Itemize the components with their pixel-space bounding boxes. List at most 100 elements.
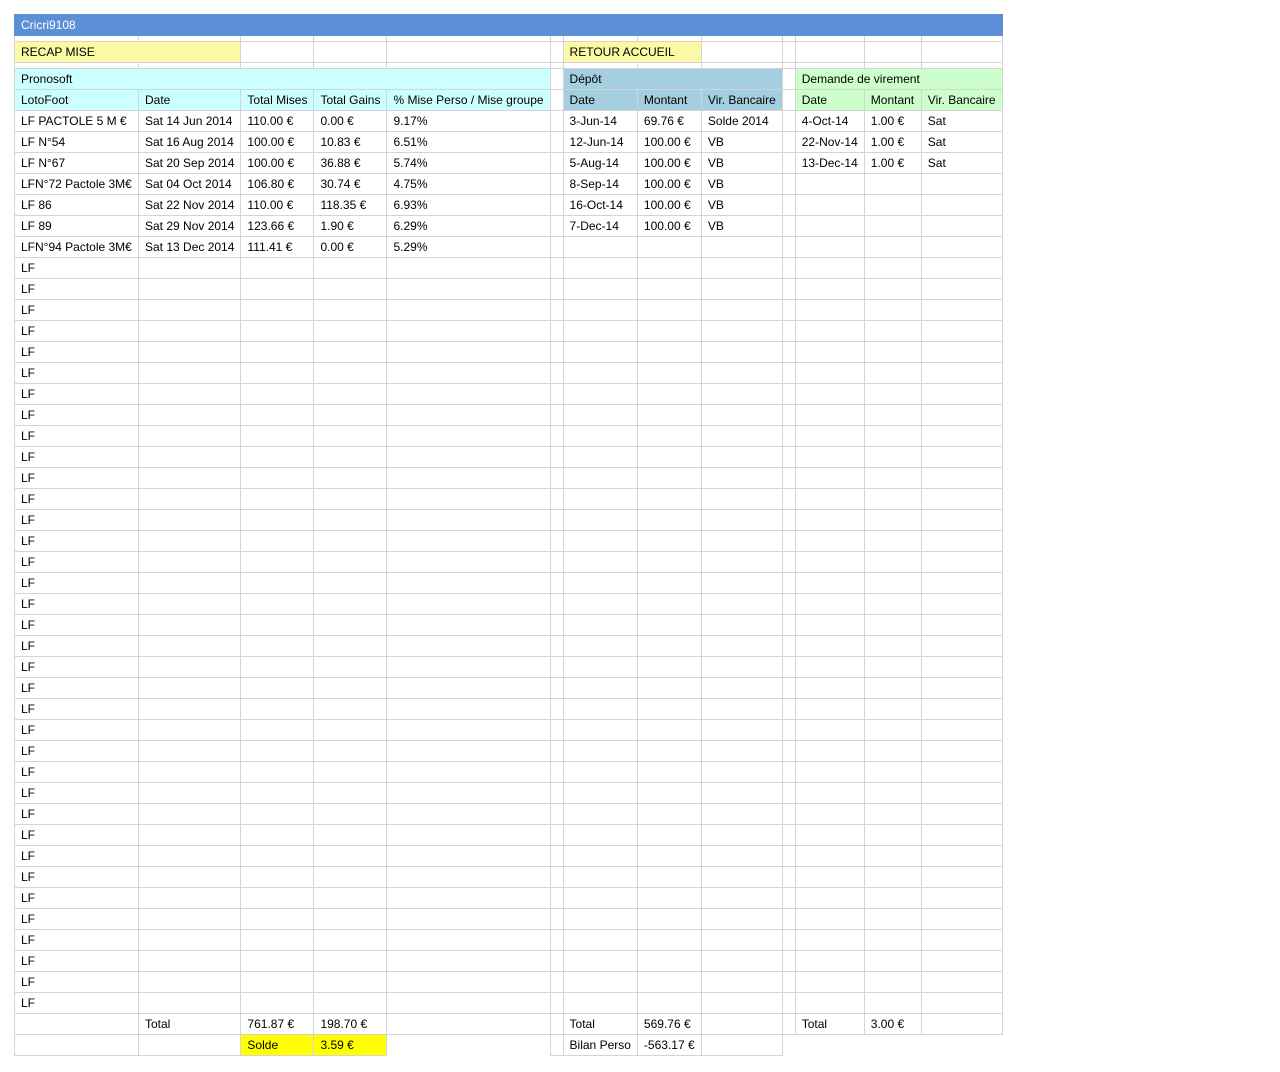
pronosoft-cell[interactable]: 106.80 €: [240, 173, 315, 195]
pronosoft-cell[interactable]: [313, 383, 388, 405]
depot-cell[interactable]: [700, 236, 783, 258]
pronosoft-cell[interactable]: [240, 719, 315, 741]
pronosoft-cell[interactable]: [240, 908, 315, 930]
virement-cell[interactable]: [794, 761, 865, 783]
depot-cell[interactable]: [700, 635, 783, 657]
depot-cell[interactable]: [700, 383, 783, 405]
depot-cell[interactable]: 16-Oct-14: [562, 194, 638, 216]
depot-cell[interactable]: [700, 593, 783, 615]
pronosoft-cell[interactable]: Sat 22 Nov 2014: [137, 194, 242, 216]
depot-cell[interactable]: [700, 446, 783, 468]
virement-cell[interactable]: [920, 215, 1003, 237]
pronosoft-cell[interactable]: [137, 719, 242, 741]
virement-cell[interactable]: [794, 656, 865, 678]
pronosoft-cell[interactable]: LF: [14, 341, 139, 363]
virement-cell[interactable]: [863, 278, 922, 300]
depot-cell[interactable]: [700, 551, 783, 573]
pronosoft-cell[interactable]: [313, 635, 388, 657]
virement-cell[interactable]: [863, 194, 922, 216]
virement-cell[interactable]: [920, 782, 1003, 804]
depot-cell[interactable]: [562, 236, 638, 258]
pronosoft-cell[interactable]: [386, 635, 551, 657]
pronosoft-cell[interactable]: LFN°72 Pactole 3M€: [14, 173, 139, 195]
pronosoft-cell[interactable]: 0.00 €: [313, 236, 388, 258]
depot-cell[interactable]: [562, 719, 638, 741]
pronosoft-cell[interactable]: [386, 950, 551, 972]
pronosoft-cell[interactable]: [240, 341, 315, 363]
virement-cell[interactable]: [920, 320, 1003, 342]
depot-cell[interactable]: [700, 530, 783, 552]
virement-cell[interactable]: [794, 467, 865, 489]
virement-cell[interactable]: [794, 299, 865, 321]
virement-cell[interactable]: [794, 614, 865, 636]
pronosoft-cell[interactable]: LF: [14, 635, 139, 657]
pronosoft-cell[interactable]: [137, 992, 242, 1014]
virement-cell[interactable]: [794, 593, 865, 615]
depot-cell[interactable]: [562, 383, 638, 405]
pronosoft-cell[interactable]: [313, 509, 388, 531]
pronosoft-cell[interactable]: LF N°54: [14, 131, 139, 153]
virement-cell[interactable]: [920, 929, 1003, 951]
pronosoft-cell[interactable]: [137, 551, 242, 573]
depot-cell[interactable]: [562, 446, 638, 468]
virement-cell[interactable]: [794, 929, 865, 951]
depot-cell[interactable]: [636, 530, 702, 552]
depot-cell[interactable]: [636, 257, 702, 279]
pronosoft-cell[interactable]: [240, 488, 315, 510]
virement-cell[interactable]: [794, 740, 865, 762]
depot-cell[interactable]: 100.00 €: [636, 152, 702, 174]
virement-cell[interactable]: 1.00 €: [863, 131, 922, 153]
depot-cell[interactable]: [562, 950, 638, 972]
virement-cell[interactable]: [794, 509, 865, 531]
depot-cell[interactable]: [636, 656, 702, 678]
virement-cell[interactable]: [863, 950, 922, 972]
depot-cell[interactable]: [700, 257, 783, 279]
depot-cell[interactable]: [636, 551, 702, 573]
pronosoft-cell[interactable]: 1.90 €: [313, 215, 388, 237]
pronosoft-cell[interactable]: [313, 845, 388, 867]
virement-cell[interactable]: [794, 320, 865, 342]
depot-cell[interactable]: [700, 698, 783, 720]
pronosoft-cell[interactable]: [313, 908, 388, 930]
pronosoft-cell[interactable]: 6.29%: [386, 215, 551, 237]
pronosoft-total-gains[interactable]: 198.70 €: [313, 1013, 388, 1035]
pronosoft-cell[interactable]: [313, 530, 388, 552]
depot-cell[interactable]: [562, 278, 638, 300]
pronosoft-cell[interactable]: [240, 950, 315, 972]
pronosoft-cell[interactable]: [313, 824, 388, 846]
depot-cell[interactable]: [636, 404, 702, 426]
virement-cell[interactable]: [863, 341, 922, 363]
pronosoft-cell[interactable]: [137, 446, 242, 468]
virement-cell[interactable]: [794, 341, 865, 363]
pronosoft-cell[interactable]: [386, 908, 551, 930]
pronosoft-cell[interactable]: 118.35 €: [313, 194, 388, 216]
depot-cell[interactable]: [562, 803, 638, 825]
virement-cell[interactable]: [794, 971, 865, 993]
pronosoft-cell[interactable]: [137, 593, 242, 615]
pronosoft-cell[interactable]: Sat 04 Oct 2014: [137, 173, 242, 195]
depot-cell[interactable]: [700, 761, 783, 783]
virement-cell[interactable]: [794, 803, 865, 825]
pronosoft-cell[interactable]: [386, 698, 551, 720]
depot-cell[interactable]: [636, 635, 702, 657]
depot-cell[interactable]: 7-Dec-14: [562, 215, 638, 237]
pronosoft-cell[interactable]: [137, 908, 242, 930]
pronosoft-cell[interactable]: [386, 341, 551, 363]
virement-cell[interactable]: [920, 341, 1003, 363]
pronosoft-cell[interactable]: LF: [14, 866, 139, 888]
pronosoft-cell[interactable]: [386, 362, 551, 384]
solde-label[interactable]: Solde: [240, 1034, 315, 1056]
pronosoft-cell[interactable]: LF: [14, 614, 139, 636]
depot-cell[interactable]: [636, 992, 702, 1014]
pronosoft-cell[interactable]: [386, 551, 551, 573]
pronosoft-cell[interactable]: Sat 14 Jun 2014: [137, 110, 242, 132]
virement-cell[interactable]: Sat: [920, 131, 1003, 153]
depot-cell[interactable]: 8-Sep-14: [562, 173, 638, 195]
pronosoft-cell[interactable]: [313, 614, 388, 636]
pronosoft-cell[interactable]: [313, 866, 388, 888]
virement-cell[interactable]: [920, 593, 1003, 615]
pronosoft-cell[interactable]: 0.00 €: [313, 110, 388, 132]
depot-cell[interactable]: [562, 677, 638, 699]
virement-cell[interactable]: [863, 383, 922, 405]
pronosoft-cell[interactable]: [14, 1034, 139, 1056]
